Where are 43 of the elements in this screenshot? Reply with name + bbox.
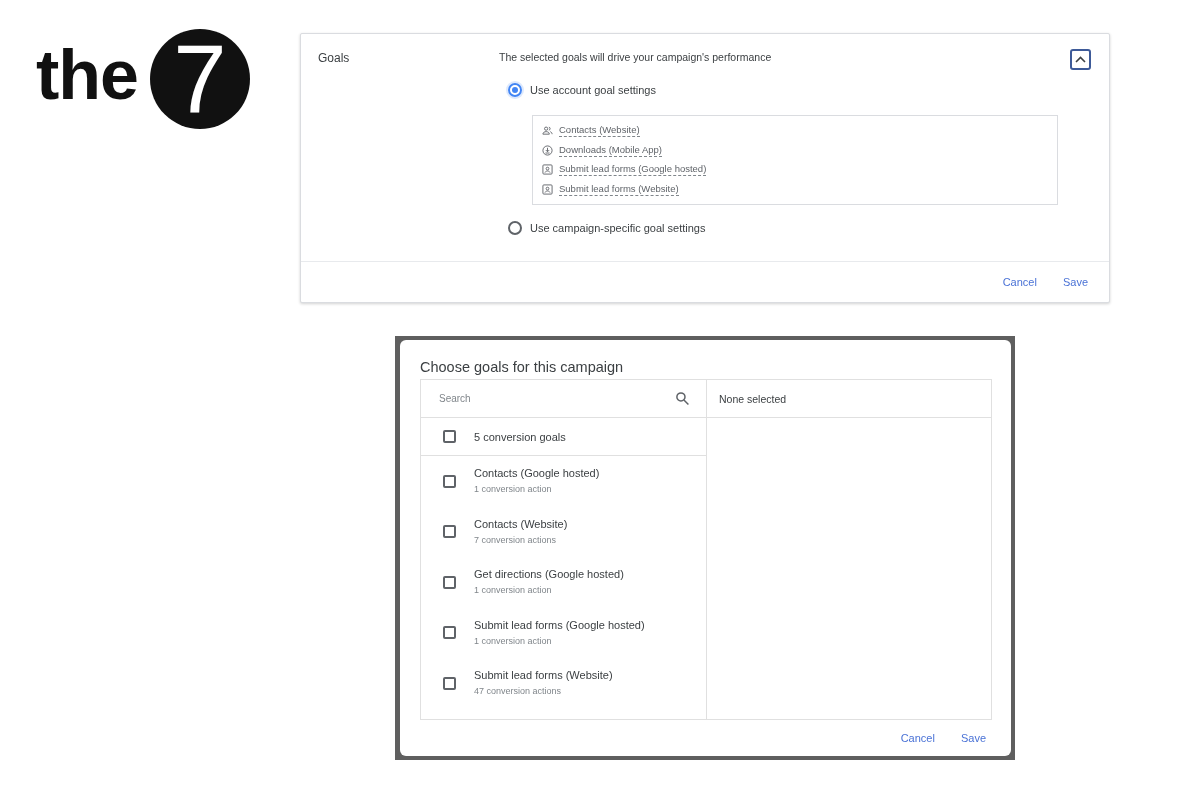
cancel-button[interactable]: Cancel: [996, 272, 1043, 292]
checkbox[interactable]: [443, 575, 456, 589]
chevron-up-icon: [1075, 56, 1086, 63]
download-icon: [542, 144, 553, 156]
goal-name: Contacts (Google hosted): [474, 467, 600, 481]
option-label[interactable]: Use account goal settings: [530, 84, 656, 96]
logo-text: the: [36, 40, 138, 110]
goal-name: Get directions (Google hosted): [474, 568, 624, 582]
goal-name: Submit lead forms (Website): [474, 669, 613, 683]
search-icon[interactable]: [675, 391, 690, 406]
people-icon: [542, 125, 553, 137]
goal-detail: 7 conversion actions: [474, 534, 558, 546]
goal-detail: 1 conversion action: [474, 585, 553, 597]
goal-link[interactable]: Contacts (Website): [559, 124, 640, 138]
goal-link[interactable]: Downloads (Mobile App): [559, 143, 662, 157]
goal-link[interactable]: Submit lead forms (Website): [559, 182, 679, 196]
goal-name: Submit lead forms (Google hosted): [474, 618, 645, 632]
checkbox[interactable]: [443, 676, 456, 690]
section-description: The selected goals will drive your campaign's performance: [499, 50, 772, 64]
radio-button[interactable]: [508, 221, 522, 235]
person-card-icon: [542, 183, 553, 195]
select-all-label[interactable]: 5 conversion goals: [474, 430, 566, 443]
checkbox[interactable]: [443, 626, 456, 640]
search-field[interactable]: Search: [439, 391, 667, 406]
checkbox[interactable]: [443, 430, 456, 443]
save-button[interactable]: Save: [954, 728, 992, 748]
selection-summary: None selected: [719, 392, 787, 405]
goal-detail: 1 conversion action: [474, 635, 553, 647]
dialog-title: Choose goals for this campaign: [420, 358, 624, 376]
radio-button[interactable]: [508, 83, 522, 97]
checkbox[interactable]: [443, 525, 456, 539]
goal-detail: 1 conversion action: [474, 484, 553, 496]
section-title: Goals: [318, 50, 351, 65]
goal-link[interactable]: Submit lead forms (Google hosted): [559, 163, 707, 177]
goal-name: Contacts (Website): [474, 517, 568, 531]
person-card-icon: [542, 164, 553, 176]
save-button[interactable]: Save: [1056, 272, 1094, 292]
option-label[interactable]: Use campaign-specific goal settings: [530, 222, 706, 234]
collapse-toggle-button[interactable]: [1070, 49, 1091, 70]
cancel-button[interactable]: Cancel: [894, 728, 941, 748]
checkbox[interactable]: [443, 474, 456, 488]
goal-detail: 47 conversion actions: [474, 686, 563, 698]
logo-mark: 7: [150, 29, 250, 129]
